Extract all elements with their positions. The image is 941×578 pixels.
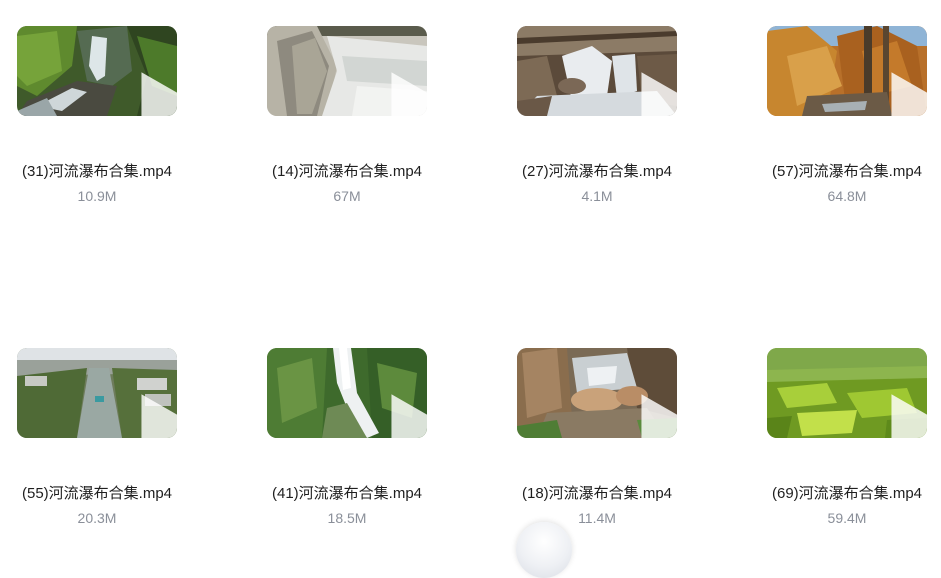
- play-icon: [141, 72, 177, 116]
- play-icon: [141, 394, 177, 438]
- file-size: 20.3M: [77, 510, 117, 526]
- file-size: 59.4M: [827, 510, 867, 526]
- play-icon: [891, 72, 927, 116]
- video-thumbnail[interactable]: [517, 26, 677, 116]
- video-thumbnail[interactable]: [767, 348, 927, 438]
- file-name: (27)河流瀑布合集.mp4: [521, 163, 673, 180]
- video-item[interactable]: (31)河流瀑布合集.mp4 10.9M: [2, 26, 192, 205]
- video-thumbnail[interactable]: [17, 26, 177, 116]
- video-item[interactable]: (18)河流瀑布合集.mp4 11.4M: [502, 348, 692, 527]
- play-icon: [391, 394, 427, 438]
- file-name: (69)河流瀑布合集.mp4: [771, 485, 923, 502]
- video-grid: (31)河流瀑布合集.mp4 10.9M (14)河流瀑布合集.mp4 67M: [0, 0, 941, 534]
- file-name: (31)河流瀑布合集.mp4: [21, 163, 173, 180]
- file-name: (41)河流瀑布合集.mp4: [271, 485, 423, 502]
- play-icon: [391, 72, 427, 116]
- play-icon: [641, 394, 677, 438]
- file-size: 4.1M: [581, 188, 613, 204]
- file-name: (18)河流瀑布合集.mp4: [521, 485, 673, 502]
- file-name: (55)河流瀑布合集.mp4: [21, 485, 173, 502]
- file-size: 10.9M: [77, 188, 117, 204]
- video-item[interactable]: (55)河流瀑布合集.mp4 20.3M: [2, 348, 192, 527]
- floating-action-button[interactable]: [516, 522, 572, 578]
- video-thumbnail[interactable]: [267, 26, 427, 116]
- video-item[interactable]: (41)河流瀑布合集.mp4 18.5M: [252, 348, 442, 527]
- video-item[interactable]: (27)河流瀑布合集.mp4 4.1M: [502, 26, 692, 205]
- video-item[interactable]: (57)河流瀑布合集.mp4 64.8M: [752, 26, 941, 205]
- video-item[interactable]: (69)河流瀑布合集.mp4 59.4M: [752, 348, 941, 527]
- video-thumbnail[interactable]: [17, 348, 177, 438]
- file-size: 64.8M: [827, 188, 867, 204]
- video-thumbnail[interactable]: [517, 348, 677, 438]
- play-icon: [641, 72, 677, 116]
- file-name: (14)河流瀑布合集.mp4: [271, 163, 423, 180]
- video-item[interactable]: (14)河流瀑布合集.mp4 67M: [252, 26, 442, 205]
- play-icon: [891, 394, 927, 438]
- video-thumbnail[interactable]: [267, 348, 427, 438]
- file-size: 18.5M: [327, 510, 367, 526]
- video-thumbnail[interactable]: [767, 26, 927, 116]
- file-size: 67M: [333, 188, 361, 204]
- file-name: (57)河流瀑布合集.mp4: [771, 163, 923, 180]
